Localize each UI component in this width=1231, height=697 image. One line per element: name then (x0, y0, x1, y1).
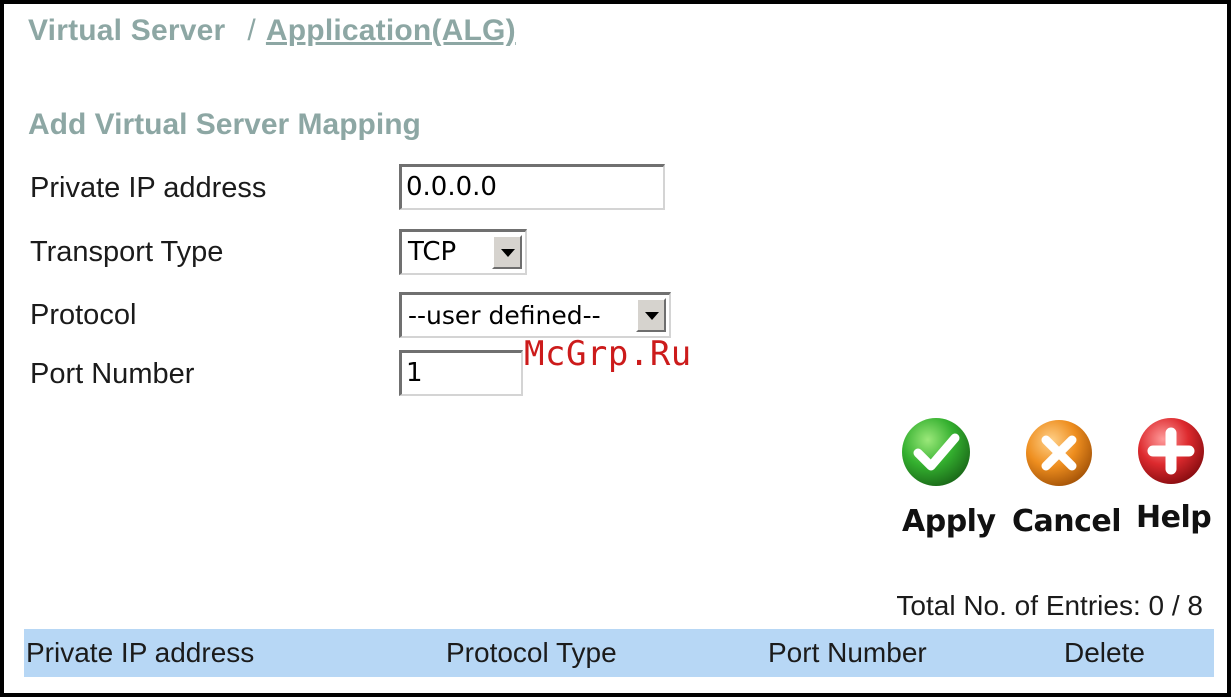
chevron-down-icon[interactable] (492, 235, 522, 269)
section-title: Add Virtual Server Mapping (28, 108, 421, 141)
table-header: Private IP address Protocol Type Port Nu… (24, 629, 1214, 677)
apply-label: Apply (902, 504, 996, 539)
port-number-input[interactable]: 1 (399, 350, 523, 396)
protocol-select[interactable]: --user defined-- (399, 292, 671, 338)
x-icon (1026, 420, 1092, 486)
cancel-button[interactable]: Cancel (1010, 414, 1124, 539)
private-ip-label: Private IP address (30, 172, 267, 204)
transport-type-label: Transport Type (30, 236, 224, 268)
column-header-port-number: Port Number (768, 637, 927, 668)
cancel-label: Cancel (1012, 504, 1122, 539)
check-icon (902, 418, 970, 486)
watermark: McGrp.Ru (524, 334, 692, 374)
port-number-label: Port Number (30, 358, 195, 390)
breadcrumb: Virtual Server / Application(ALG) (28, 14, 516, 48)
private-ip-input[interactable]: 0.0.0.0 (399, 164, 665, 210)
column-header-private-ip: Private IP address (26, 637, 255, 668)
chevron-down-icon[interactable] (636, 298, 666, 332)
transport-type-value: TCP (408, 237, 457, 267)
help-button[interactable]: Help (1132, 414, 1212, 539)
protocol-label: Protocol (30, 299, 137, 331)
page-frame: Virtual Server / Application(ALG) Add Virt… (0, 0, 1231, 697)
column-header-delete: Delete (1064, 637, 1145, 668)
total-entries: Total No. of Entries: 0 / 8 (896, 590, 1203, 621)
plus-icon (1138, 418, 1204, 484)
breadcrumb-separator: / (247, 14, 256, 47)
breadcrumb-current: Virtual Server (28, 14, 226, 47)
help-label: Help (1136, 500, 1212, 535)
transport-type-select[interactable]: TCP (399, 229, 527, 275)
breadcrumb-link-application-alg[interactable]: Application(ALG) (266, 14, 516, 47)
protocol-value: --user defined-- (408, 301, 601, 330)
apply-button[interactable]: Apply (896, 414, 1000, 539)
column-header-protocol-type: Protocol Type (446, 637, 617, 668)
